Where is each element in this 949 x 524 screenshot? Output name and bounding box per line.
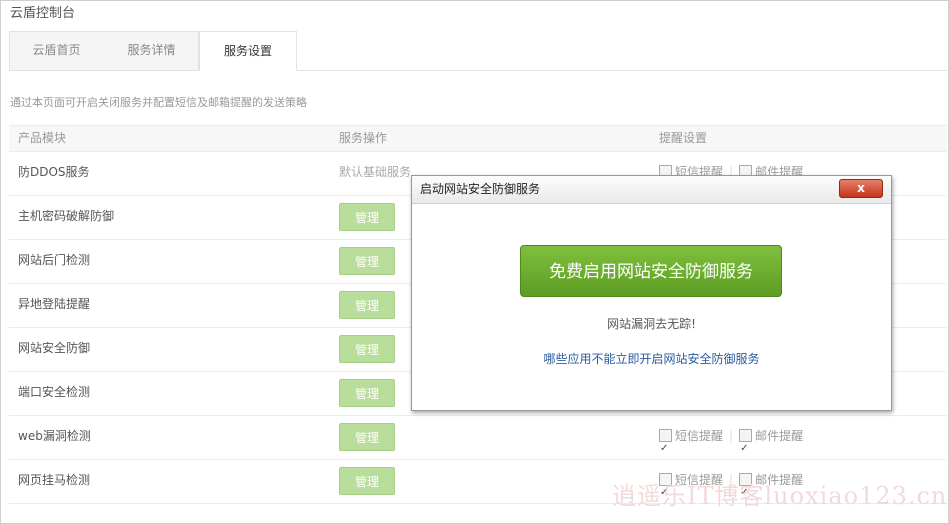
manage-button[interactable]: 管理: [339, 335, 395, 363]
page-description: 通过本页面可开启关闭服务并配置短信及邮箱提醒的发送策略: [10, 96, 307, 109]
row-product-name: 网页挂马检测: [18, 473, 91, 487]
tab-service-settings[interactable]: 服务设置: [199, 31, 297, 71]
unsupported-apps-link[interactable]: 哪些应用不能立即开启网站安全防御服务: [412, 350, 891, 367]
row-product-name: 异地登陆提醒: [18, 297, 91, 311]
close-icon[interactable]: x: [839, 179, 883, 198]
sms-label: 短信提醒: [675, 429, 724, 443]
row-product-name: 网站后门检测: [18, 253, 91, 267]
separator: |: [729, 429, 734, 443]
row-product-name: 端口安全检测: [18, 385, 91, 399]
row-product-name: 防DDOS服务: [18, 165, 90, 179]
manage-button[interactable]: 管理: [339, 203, 395, 231]
row-product-name: 网站安全防御: [18, 341, 91, 355]
dialog-tagline: 网站漏洞去无踪!: [607, 317, 696, 331]
table-row: web漏洞检测 管理 短信提醒 | 邮件提醒: [9, 415, 947, 470]
row-product-name: web漏洞检测: [18, 429, 91, 443]
header-reminder-settings: 提醒设置: [659, 131, 708, 145]
table-header: 产品模块 服务操作 提醒设置: [9, 125, 947, 152]
manage-button[interactable]: 管理: [339, 423, 395, 451]
reminder-settings: 短信提醒 | 邮件提醒: [659, 415, 804, 470]
manage-button[interactable]: 管理: [339, 467, 395, 495]
tab-yundun-home[interactable]: 云盾首页: [9, 31, 104, 70]
tab-bar: 云盾首页 服务详情 服务设置: [9, 31, 947, 71]
email-label: 邮件提醒: [755, 429, 804, 443]
tab-service-details[interactable]: 服务详情: [104, 31, 199, 70]
enable-protection-dialog: 启动网站安全防御服务 x 免费启用网站安全防御服务 网站漏洞去无踪! 哪些应用不…: [411, 175, 892, 411]
manage-button[interactable]: 管理: [339, 291, 395, 319]
enable-free-protection-button[interactable]: 免费启用网站安全防御服务: [520, 245, 782, 297]
page-title: 云盾控制台: [10, 6, 76, 21]
header-service-operation: 服务操作: [339, 131, 388, 145]
dialog-title: 启动网站安全防御服务: [420, 182, 541, 196]
default-service-text: 默认基础服务: [339, 165, 412, 179]
watermark: 逍遥乐IT博客luoxiao123.cn: [612, 482, 948, 510]
sms-checkbox[interactable]: [659, 427, 672, 470]
manage-button[interactable]: 管理: [339, 379, 395, 407]
manage-button[interactable]: 管理: [339, 247, 395, 275]
email-checkbox[interactable]: [739, 427, 753, 470]
row-product-name: 主机密码破解防御: [18, 209, 115, 223]
header-product-module: 产品模块: [18, 131, 67, 145]
dialog-header: 启动网站安全防御服务 x: [412, 176, 891, 204]
